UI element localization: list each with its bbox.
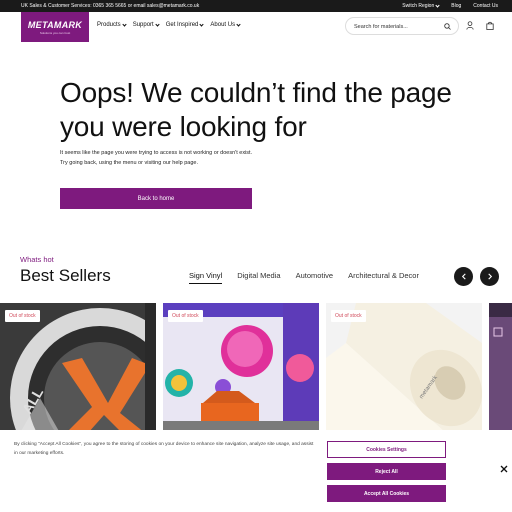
category-tabs: Sign Vinyl Digital Media Automotive Arch… — [189, 271, 419, 284]
chevron-down-icon — [435, 3, 440, 8]
blog-link[interactable]: Blog — [451, 3, 461, 9]
logo-tagline: Solutions you can trust — [39, 30, 71, 35]
nav-item-get-inspired[interactable]: Get Inspired — [166, 21, 205, 28]
contact-info: UK Sales & Customer Services: 0365 365 5… — [21, 3, 200, 9]
out-of-stock-badge: Out of stock — [5, 310, 40, 322]
nav-item-about-us[interactable]: About Us — [210, 21, 241, 28]
chevron-down-icon — [199, 21, 205, 27]
carousel-prev-button[interactable] — [454, 267, 473, 286]
carousel-next-button[interactable] — [480, 267, 499, 286]
product-image — [489, 303, 512, 433]
logo-wordmark: METAMARK — [27, 19, 83, 30]
error-description: It seems like the page you were trying t… — [60, 150, 253, 166]
basket-icon[interactable] — [486, 21, 494, 30]
switch-region-dropdown[interactable]: Switch Region — [402, 3, 440, 9]
utility-links: Switch Region Blog Contact Us — [402, 3, 498, 9]
product-image: metamark — [326, 303, 482, 433]
top-utility-bar: UK Sales & Customer Services: 0365 365 5… — [0, 0, 512, 12]
product-image — [163, 303, 319, 433]
arrow-left-icon — [461, 273, 466, 280]
tab-automotive[interactable]: Automotive — [296, 271, 334, 284]
search-input[interactable] — [354, 21, 442, 32]
section-eyebrow: Whats hot — [20, 255, 54, 264]
tab-digital-media[interactable]: Digital Media — [237, 271, 280, 284]
main-nav: Products Support Get Inspired About Us — [97, 21, 241, 28]
page-title: Oops! We couldn’t find the page you were… — [60, 77, 452, 142]
product-card[interactable]: ALL Out of stock — [0, 303, 156, 433]
chevron-down-icon — [236, 21, 241, 27]
nav-item-support[interactable]: Support — [133, 21, 160, 28]
nav-item-products[interactable]: Products — [97, 21, 127, 28]
out-of-stock-badge: Out of stock — [331, 310, 366, 322]
out-of-stock-badge: Out of stock — [168, 310, 203, 322]
product-card[interactable] — [489, 303, 512, 433]
chevron-down-icon — [155, 21, 160, 27]
tab-architectural-decor[interactable]: Architectural & Decor — [348, 271, 419, 284]
product-card[interactable]: Out of stock — [163, 303, 319, 433]
account-icon[interactable] — [466, 21, 474, 30]
chevron-down-icon — [122, 21, 127, 27]
product-card[interactable]: metamark Out of stock — [326, 303, 482, 433]
search-bar — [345, 17, 459, 35]
back-to-home-button[interactable]: Back to home — [60, 188, 252, 209]
site-logo[interactable]: METAMARK Solutions you can trust — [21, 12, 89, 42]
cookie-banner: By clicking "Accept All Cookies", you ag… — [0, 430, 512, 512]
accept-all-cookies-button[interactable]: Accept All Cookies — [327, 485, 446, 502]
switch-region-label: Switch Region — [402, 3, 435, 9]
product-image: ALL — [0, 303, 156, 433]
reject-all-button[interactable]: Reject All — [327, 463, 446, 480]
contact-us-link[interactable]: Contact Us — [473, 3, 498, 9]
search-icon[interactable] — [444, 23, 451, 30]
cookie-settings-button[interactable]: Cookies Settings — [327, 441, 446, 458]
close-icon[interactable] — [499, 464, 509, 474]
cookie-consent-text: By clicking "Accept All Cookies", you ag… — [14, 442, 314, 456]
tab-sign-vinyl[interactable]: Sign Vinyl — [189, 271, 223, 284]
arrow-right-icon — [487, 273, 492, 280]
section-title: Best Sellers — [20, 266, 111, 285]
